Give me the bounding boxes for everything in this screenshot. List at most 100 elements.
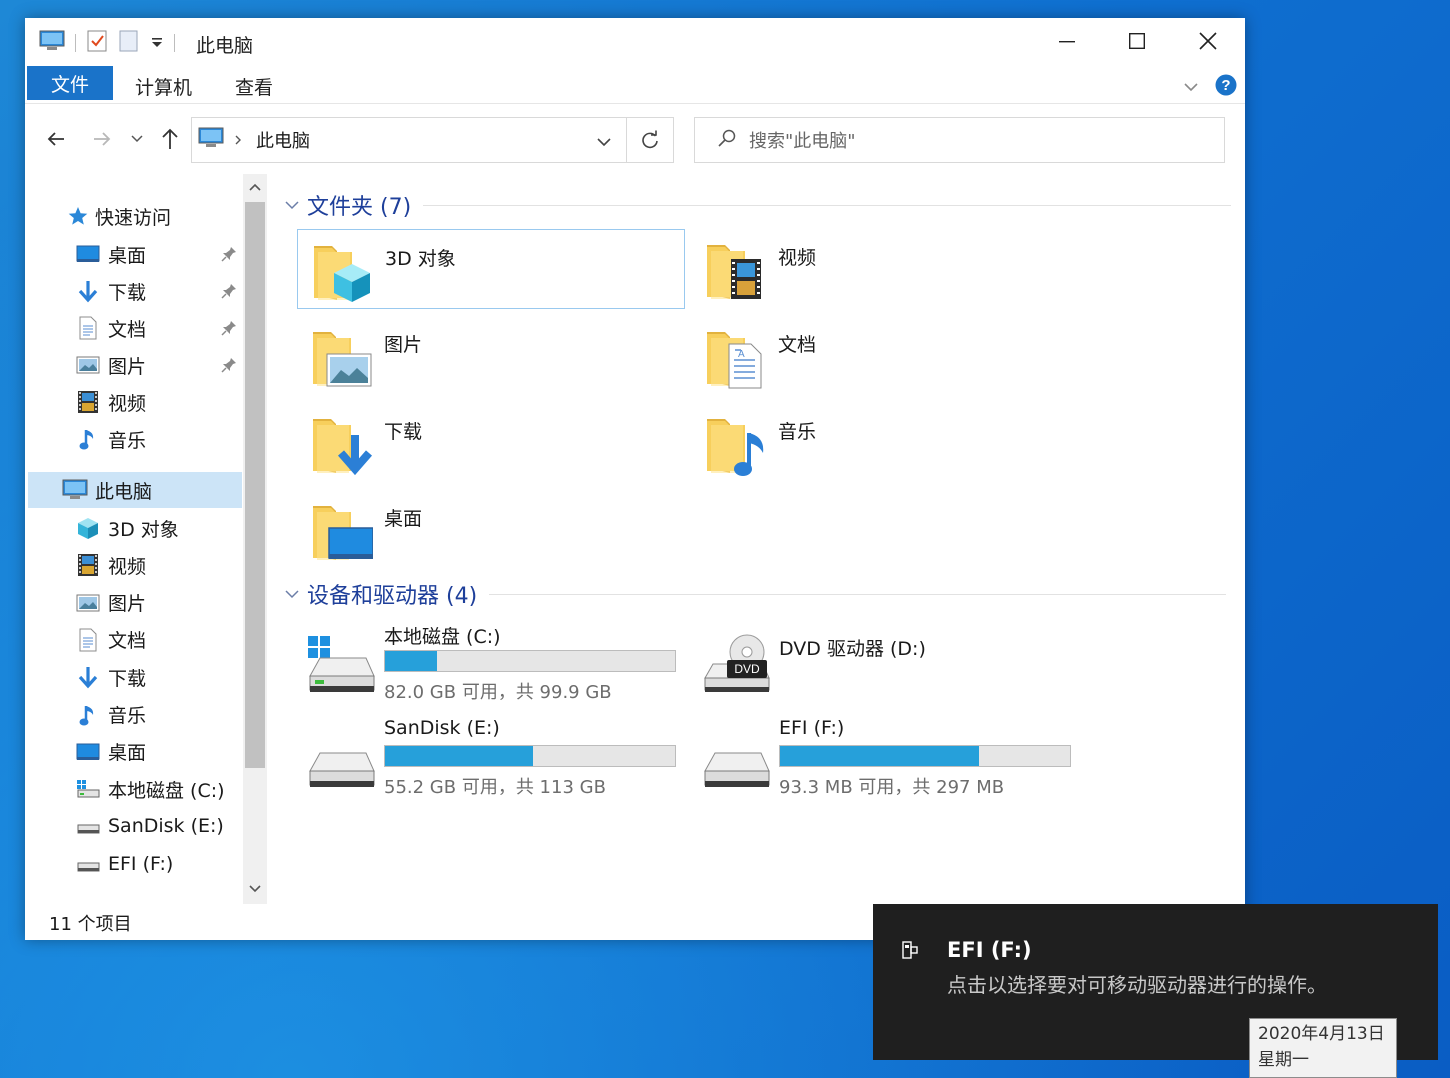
drives-group-header[interactable]: 设备和驱动器 (4)	[283, 579, 1227, 609]
recent-locations-button[interactable]	[125, 124, 149, 154]
sidebar-item-label: 文档	[108, 630, 147, 653]
sidebar-item-pc-6[interactable]: 桌面	[25, 734, 242, 770]
drive-name: EFI (F:)	[779, 717, 845, 739]
drive-name: DVD 驱动器 (D:)	[779, 638, 926, 660]
sidebar-item-quick-5[interactable]: 音乐	[25, 421, 242, 457]
help-icon[interactable]: ?	[1215, 74, 1237, 100]
address-bar[interactable]: 此电脑	[191, 117, 627, 163]
sidebar-scrollbar[interactable]	[243, 174, 267, 904]
this-pc-icon	[62, 477, 88, 503]
sidebar-item-pc-5[interactable]: 音乐	[25, 697, 242, 733]
new-folder-icon[interactable]	[118, 29, 140, 57]
sidebar-item-pc-4[interactable]: 下载	[25, 659, 242, 695]
sidebar-item-pc-1[interactable]: 视频	[25, 547, 242, 583]
capacity-bar-fill	[385, 746, 534, 766]
breadcrumb-chevron-icon[interactable]	[234, 131, 242, 150]
drive-tile[interactable]: DVD DVD 驱动器 (D:)	[701, 634, 1091, 718]
folder-name: 音乐	[778, 421, 817, 443]
collapse-chevron-icon[interactable]	[283, 585, 301, 603]
sidebar-item-pc-9[interactable]: EFI (F:)	[25, 846, 242, 882]
folder-tile[interactable]: 3D 对象	[297, 229, 685, 309]
drive-icon	[701, 731, 771, 795]
properties-icon[interactable]	[86, 29, 108, 57]
tab-computer[interactable]: 计算机	[135, 73, 192, 100]
collapse-chevron-icon[interactable]	[283, 196, 301, 214]
sidebar-item-label: SanDisk (E:)	[108, 815, 224, 838]
svg-text:A: A	[738, 349, 745, 360]
pin-icon	[221, 245, 237, 267]
scroll-down-icon[interactable]	[243, 876, 267, 902]
customize-toolbar-icon[interactable]	[150, 34, 164, 53]
sidebar-item-quick-access[interactable]: 快速访问	[25, 198, 242, 234]
sidebar-item-quick-4[interactable]: 视频	[25, 384, 242, 420]
folder-name: 下载	[384, 421, 423, 443]
up-button[interactable]	[155, 124, 185, 154]
drive-capacity-text: 55.2 GB 可用，共 113 GB	[384, 777, 606, 798]
clock-tooltip: 2020年4月13日 星期一	[1249, 1018, 1397, 1078]
folder-tile[interactable]: 图片	[297, 316, 685, 396]
sidebar-item-label: 此电脑	[95, 480, 153, 503]
maximize-button[interactable]	[1102, 18, 1172, 64]
dvd-drive-icon: DVD	[701, 634, 771, 698]
video-icon	[75, 552, 101, 578]
download-icon	[75, 664, 101, 690]
back-button[interactable]	[41, 124, 71, 154]
sidebar-item-quick-0[interactable]: 桌面	[25, 236, 242, 272]
drive-tile[interactable]: EFI (F:) 93.3 MB 可用，共 297 MB	[701, 717, 1091, 801]
close-button[interactable]	[1173, 18, 1243, 64]
3d-objects-icon	[75, 515, 101, 541]
picture-icon	[75, 590, 101, 616]
quick-access-toolbar	[39, 30, 175, 56]
drive-tile[interactable]: SanDisk (E:) 55.2 GB 可用，共 113 GB	[306, 717, 696, 801]
folder-tile[interactable]: 音乐	[691, 403, 1079, 483]
forward-button[interactable]	[87, 124, 117, 154]
ribbon-tabs: 文件 计算机 查看 ?	[25, 66, 1245, 104]
sidebar-item-quick-3[interactable]: 图片	[25, 347, 242, 383]
folder-tile[interactable]: 下载	[297, 403, 685, 483]
tab-file[interactable]: 文件	[27, 66, 113, 100]
file-explorer-window: 此电脑 文件 计算机 查看 ? 此电脑 搜索"此电脑" 快速访问 桌面 下载 文…	[25, 18, 1245, 940]
picture-folder-icon	[311, 324, 373, 392]
drive-icon	[75, 851, 101, 877]
tooltip-date: 2020年4月13日	[1258, 1024, 1385, 1044]
sidebar-item-pc-7[interactable]: 本地磁盘 (C:)	[25, 771, 242, 807]
sidebar-item-pc-3[interactable]: 文档	[25, 622, 242, 658]
breadcrumb-this-pc[interactable]: 此电脑	[256, 127, 310, 153]
drive-tile[interactable]: 本地磁盘 (C:) 82.0 GB 可用，共 99.9 GB	[306, 622, 696, 706]
folder-tile[interactable]: A 文档	[691, 316, 1079, 396]
capacity-bar	[779, 745, 1071, 767]
drive-capacity-text: 93.3 MB 可用，共 297 MB	[779, 777, 1005, 798]
sidebar-item-label: 视频	[108, 392, 147, 415]
search-box[interactable]: 搜索"此电脑"	[694, 117, 1225, 163]
sidebar-item-pc-0[interactable]: 3D 对象	[25, 510, 242, 546]
sidebar-item-pc-2[interactable]: 图片	[25, 585, 242, 621]
scroll-up-icon[interactable]	[243, 174, 267, 200]
capacity-bar-fill	[385, 651, 437, 671]
picture-icon	[75, 352, 101, 378]
sidebar-item-quick-2[interactable]: 文档	[25, 310, 242, 346]
download-folder-icon	[311, 411, 373, 479]
tab-view[interactable]: 查看	[235, 73, 273, 100]
drive-icon	[306, 731, 376, 795]
folder-tile[interactable]: 桌面	[297, 490, 685, 570]
search-placeholder: 搜索"此电脑"	[749, 131, 856, 152]
folder-tile[interactable]: 视频	[691, 229, 1079, 309]
sidebar-item-quick-1[interactable]: 下载	[25, 273, 242, 309]
expand-ribbon-icon[interactable]	[1183, 78, 1199, 97]
windows-drive-icon	[306, 636, 376, 700]
refresh-button[interactable]	[626, 117, 674, 163]
sidebar-item-label: 文档	[108, 318, 147, 341]
star-icon	[65, 203, 91, 229]
this-pc-icon	[39, 30, 65, 56]
tooltip-weekday: 星期一	[1258, 1050, 1309, 1070]
folder-name: 图片	[384, 334, 423, 356]
sidebar-item-pc-8[interactable]: SanDisk (E:)	[25, 808, 242, 844]
folders-group-header[interactable]: 文件夹 (7)	[283, 190, 1232, 220]
minimize-button[interactable]	[1032, 18, 1102, 64]
sidebar-item-this-pc[interactable]: 此电脑	[28, 472, 242, 508]
address-dropdown-icon[interactable]	[596, 133, 612, 152]
sidebar-item-label: 音乐	[108, 429, 147, 452]
desktop-icon	[75, 739, 101, 765]
scrollbar-thumb[interactable]	[245, 202, 265, 768]
window-title: 此电脑	[196, 35, 254, 57]
